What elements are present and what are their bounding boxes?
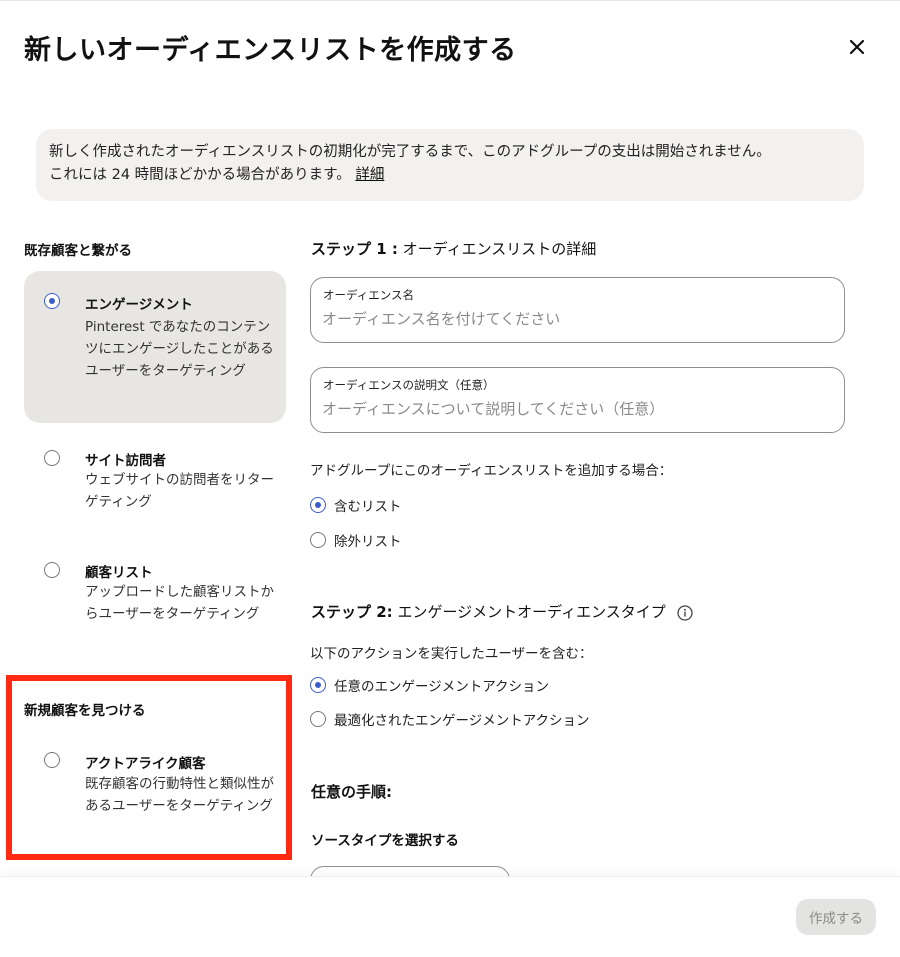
top-divider: [0, 0, 900, 1]
any-engagement-label: 任意のエンゲージメントアクション: [334, 679, 550, 695]
optional-steps-heading: 任意の手順:: [311, 783, 392, 801]
existing-customers-heading: 既存顧客と繋がる: [24, 243, 132, 259]
info-notice: 新しく作成されたオーディエンスリストの初期化が完了するまで、このアドグループの支…: [36, 129, 864, 201]
audience-name-input[interactable]: [322, 310, 822, 328]
add-list-prompt: アドグループにこのオーディエンスリストを追加する場合：: [310, 463, 673, 479]
include-list-radio[interactable]: [310, 497, 326, 513]
any-engagement-radio[interactable]: [310, 677, 326, 693]
audience-type-site-visitors[interactable]: サイト訪問者 ウェブサイトの訪問者をリターゲティング: [24, 436, 286, 526]
engagement-description: Pinterest であなたのコンテンツにエンゲージしたことがあるユーザーをター…: [85, 319, 274, 379]
audience-description-input[interactable]: [322, 400, 822, 418]
audience-type-customer-list[interactable]: 顧客リスト アップロードした顧客リストからユーザーをターゲティング: [24, 548, 286, 658]
info-icon[interactable]: [676, 604, 693, 621]
audience-type-engagement[interactable]: エンゲージメント Pinterest であなたのコンテンツにエンゲージしたことが…: [24, 271, 286, 423]
exclude-list-label: 除外リスト: [334, 534, 402, 550]
modal-title: 新しいオーディエンスリストを作成する: [24, 35, 517, 66]
customer-list-radio[interactable]: [44, 562, 60, 578]
site-visitors-radio[interactable]: [44, 450, 60, 466]
source-type-heading: ソースタイプを選択する: [311, 833, 459, 849]
step2-heading: ステップ 2: エンゲージメントオーディエンスタイプ: [311, 601, 693, 622]
details-link[interactable]: 詳細: [355, 167, 384, 183]
highlight-annotation-box: [6, 675, 292, 860]
any-engagement-option[interactable]: 任意のエンゲージメントアクション: [310, 675, 549, 695]
audience-description-field[interactable]: オーディエンスの説明文（任意）: [310, 367, 845, 433]
create-button[interactable]: 作成する: [796, 899, 876, 935]
engagement-radio[interactable]: [44, 293, 60, 309]
optimized-engagement-option[interactable]: 最適化されたエンゲージメントアクション: [310, 709, 590, 729]
optimized-engagement-radio[interactable]: [310, 711, 326, 727]
customer-list-description: アップロードした顧客リストからユーザーをターゲティング: [85, 584, 274, 622]
exclude-list-radio[interactable]: [310, 532, 326, 548]
close-button[interactable]: [842, 32, 872, 62]
close-icon: [849, 39, 865, 55]
site-visitors-description: ウェブサイトの訪問者をリターゲティング: [85, 472, 274, 510]
step1-heading: ステップ 1 : オーディエンスリストの詳細: [311, 238, 596, 259]
step2-title: エンゲージメントオーディエンスタイプ: [392, 603, 666, 621]
modal-footer: [0, 876, 900, 957]
notice-line-2: これには 24 時間ほどかかる場合があります。: [49, 167, 351, 183]
audience-name-label: オーディエンス名: [323, 288, 414, 302]
exclude-list-option[interactable]: 除外リスト: [310, 530, 402, 550]
include-list-option[interactable]: 含むリスト: [310, 495, 402, 515]
customer-list-title: 顧客リスト: [85, 565, 153, 581]
optimized-engagement-label: 最適化されたエンゲージメントアクション: [334, 713, 590, 729]
step2-prefix: ステップ 2:: [311, 603, 393, 621]
include-list-label: 含むリスト: [334, 499, 402, 515]
action-prompt: 以下のアクションを実行したユーザーを含む：: [310, 646, 593, 662]
site-visitors-title: サイト訪問者: [85, 453, 166, 469]
engagement-title: エンゲージメント: [85, 297, 193, 313]
step1-prefix: ステップ 1 :: [311, 240, 398, 258]
notice-line-1: 新しく作成されたオーディエンスリストの初期化が完了するまで、このアドグループの支…: [49, 144, 771, 160]
audience-description-label: オーディエンスの説明文（任意）: [323, 378, 495, 392]
audience-name-field[interactable]: オーディエンス名: [310, 277, 845, 343]
step1-title: オーディエンスリストの詳細: [397, 240, 597, 258]
